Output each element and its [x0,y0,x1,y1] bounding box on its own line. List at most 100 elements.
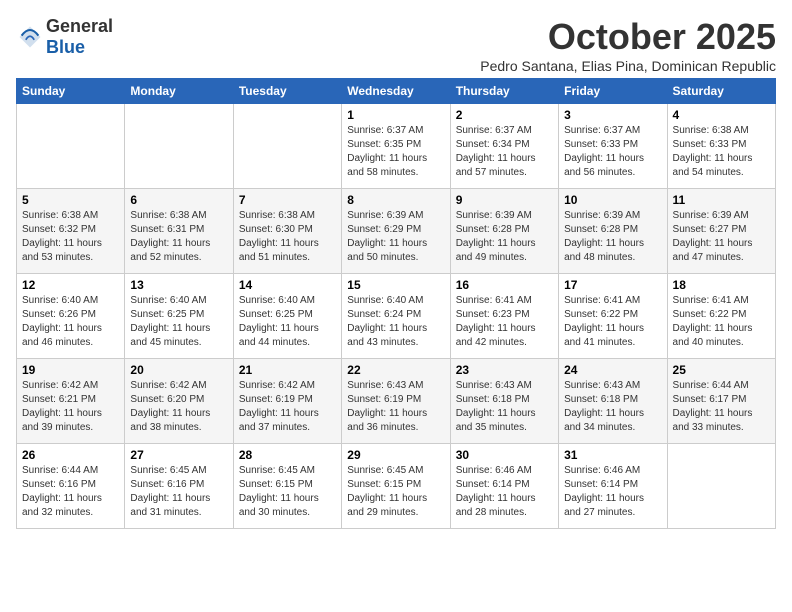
day-info: Sunrise: 6:43 AM Sunset: 6:18 PM Dayligh… [456,379,553,435]
day-number: 19 [22,363,119,377]
day-info: Sunrise: 6:41 AM Sunset: 6:22 PM Dayligh… [673,294,770,350]
day-info: Sunrise: 6:39 AM Sunset: 6:28 PM Dayligh… [456,209,553,265]
col-sunday: Sunday [17,79,125,104]
day-number: 23 [456,363,553,377]
calendar-cell: 16 Sunrise: 6:41 AM Sunset: 6:23 PM Dayli… [450,274,558,359]
calendar-cell: 13 Sunrise: 6:40 AM Sunset: 6:25 PM Dayli… [125,274,233,359]
calendar-cell: 12 Sunrise: 6:40 AM Sunset: 6:26 PM Dayli… [17,274,125,359]
calendar-cell: 26 Sunrise: 6:44 AM Sunset: 6:16 PM Dayli… [17,444,125,529]
day-number: 9 [456,193,553,207]
calendar-week-4: 19Sunrise: 6:42 AM Sunset: 6:21 PM Dayli… [17,359,776,444]
day-number: 21 [239,363,336,377]
day-info: Sunrise: 6:38 AM Sunset: 6:31 PM Dayligh… [130,209,227,265]
calendar-cell: 4 Sunrise: 6:38 AM Sunset: 6:33 PM Daylig… [667,104,775,189]
day-number: 22 [347,363,444,377]
day-number: 6 [130,193,227,207]
day-info: Sunrise: 6:40 AM Sunset: 6:24 PM Dayligh… [347,294,444,350]
col-thursday: Thursday [450,79,558,104]
calendar-cell: 28Sunrise: 6:45 AM Sunset: 6:15 PM Dayli… [233,444,341,529]
calendar-cell [125,104,233,189]
location-subtitle: Pedro Santana, Elias Pina, Dominican Rep… [480,58,776,74]
day-number: 3 [564,108,661,122]
day-info: Sunrise: 6:40 AM Sunset: 6:25 PM Dayligh… [130,294,227,350]
calendar-header-row: Sunday Monday Tuesday Wednesday Thursday… [17,79,776,104]
day-number: 20 [130,363,227,377]
calendar-cell: 17Sunrise: 6:41 AM Sunset: 6:22 PM Dayli… [559,274,667,359]
col-saturday: Saturday [667,79,775,104]
calendar-cell: 27 Sunrise: 6:45 AM Sunset: 6:16 PM Dayli… [125,444,233,529]
logo-blue: Blue [46,37,85,57]
calendar-cell: 3 Sunrise: 6:37 AM Sunset: 6:33 PM Daylig… [559,104,667,189]
calendar-cell [233,104,341,189]
logo-general: General [46,16,113,36]
calendar-week-1: 1Sunrise: 6:37 AM Sunset: 6:35 PM Daylig… [17,104,776,189]
day-info: Sunrise: 6:38 AM Sunset: 6:33 PM Dayligh… [673,124,770,180]
day-info: Sunrise: 6:40 AM Sunset: 6:25 PM Dayligh… [239,294,336,350]
day-info: Sunrise: 6:37 AM Sunset: 6:34 PM Dayligh… [456,124,553,180]
logo: General Blue [16,16,113,58]
day-info: Sunrise: 6:46 AM Sunset: 6:14 PM Dayligh… [456,464,553,520]
day-number: 30 [456,448,553,462]
day-info: Sunrise: 6:38 AM Sunset: 6:30 PM Dayligh… [239,209,336,265]
col-friday: Friday [559,79,667,104]
day-info: Sunrise: 6:45 AM Sunset: 6:15 PM Dayligh… [239,464,336,520]
day-info: Sunrise: 6:39 AM Sunset: 6:27 PM Dayligh… [673,209,770,265]
day-info: Sunrise: 6:39 AM Sunset: 6:29 PM Dayligh… [347,209,444,265]
day-info: Sunrise: 6:37 AM Sunset: 6:33 PM Dayligh… [564,124,661,180]
calendar-cell: 30 Sunrise: 6:46 AM Sunset: 6:14 PM Dayli… [450,444,558,529]
day-info: Sunrise: 6:45 AM Sunset: 6:15 PM Dayligh… [347,464,444,520]
day-number: 2 [456,108,553,122]
day-number: 15 [347,278,444,292]
day-number: 26 [22,448,119,462]
calendar-cell: 24 Sunrise: 6:43 AM Sunset: 6:18 PM Dayli… [559,359,667,444]
calendar-cell: 25 Sunrise: 6:44 AM Sunset: 6:17 PM Dayli… [667,359,775,444]
day-number: 13 [130,278,227,292]
calendar-cell: 6 Sunrise: 6:38 AM Sunset: 6:31 PM Daylig… [125,189,233,274]
day-info: Sunrise: 6:41 AM Sunset: 6:22 PM Dayligh… [564,294,661,350]
calendar-cell: 18 Sunrise: 6:41 AM Sunset: 6:22 PM Dayli… [667,274,775,359]
col-monday: Monday [125,79,233,104]
calendar-cell: 29Sunrise: 6:45 AM Sunset: 6:15 PM Dayli… [342,444,450,529]
calendar-cell: 15 Sunrise: 6:40 AM Sunset: 6:24 PM Dayli… [342,274,450,359]
day-number: 11 [673,193,770,207]
calendar-cell: 31 Sunrise: 6:46 AM Sunset: 6:14 PM Dayli… [559,444,667,529]
calendar-cell: 5 Sunrise: 6:38 AM Sunset: 6:32 PM Daylig… [17,189,125,274]
calendar-cell: 20 Sunrise: 6:42 AM Sunset: 6:20 PM Dayli… [125,359,233,444]
calendar-cell: 19Sunrise: 6:42 AM Sunset: 6:21 PM Dayli… [17,359,125,444]
calendar-cell: 11 Sunrise: 6:39 AM Sunset: 6:27 PM Dayli… [667,189,775,274]
day-number: 8 [347,193,444,207]
day-info: Sunrise: 6:43 AM Sunset: 6:19 PM Dayligh… [347,379,444,435]
calendar-cell: 1Sunrise: 6:37 AM Sunset: 6:35 PM Daylig… [342,104,450,189]
day-info: Sunrise: 6:41 AM Sunset: 6:23 PM Dayligh… [456,294,553,350]
day-info: Sunrise: 6:45 AM Sunset: 6:16 PM Dayligh… [130,464,227,520]
day-number: 31 [564,448,661,462]
calendar-cell [667,444,775,529]
day-info: Sunrise: 6:40 AM Sunset: 6:26 PM Dayligh… [22,294,119,350]
month-title: October 2025 [480,16,776,58]
day-number: 18 [673,278,770,292]
day-info: Sunrise: 6:43 AM Sunset: 6:18 PM Dayligh… [564,379,661,435]
col-tuesday: Tuesday [233,79,341,104]
day-number: 16 [456,278,553,292]
day-number: 5 [22,193,119,207]
calendar-cell: 7Sunrise: 6:38 AM Sunset: 6:30 PM Daylig… [233,189,341,274]
day-number: 27 [130,448,227,462]
day-number: 4 [673,108,770,122]
calendar-week-2: 5 Sunrise: 6:38 AM Sunset: 6:32 PM Daylig… [17,189,776,274]
col-wednesday: Wednesday [342,79,450,104]
day-info: Sunrise: 6:38 AM Sunset: 6:32 PM Dayligh… [22,209,119,265]
calendar-table: Sunday Monday Tuesday Wednesday Thursday… [16,78,776,529]
day-info: Sunrise: 6:44 AM Sunset: 6:17 PM Dayligh… [673,379,770,435]
day-number: 25 [673,363,770,377]
day-number: 24 [564,363,661,377]
title-block: October 2025 Pedro Santana, Elias Pina, … [480,16,776,74]
page-header: General Blue October 2025 Pedro Santana,… [16,16,776,74]
day-number: 12 [22,278,119,292]
calendar-cell: 10Sunrise: 6:39 AM Sunset: 6:28 PM Dayli… [559,189,667,274]
calendar-cell [17,104,125,189]
logo-icon [16,23,44,51]
day-info: Sunrise: 6:44 AM Sunset: 6:16 PM Dayligh… [22,464,119,520]
day-number: 10 [564,193,661,207]
day-info: Sunrise: 6:42 AM Sunset: 6:20 PM Dayligh… [130,379,227,435]
day-info: Sunrise: 6:46 AM Sunset: 6:14 PM Dayligh… [564,464,661,520]
